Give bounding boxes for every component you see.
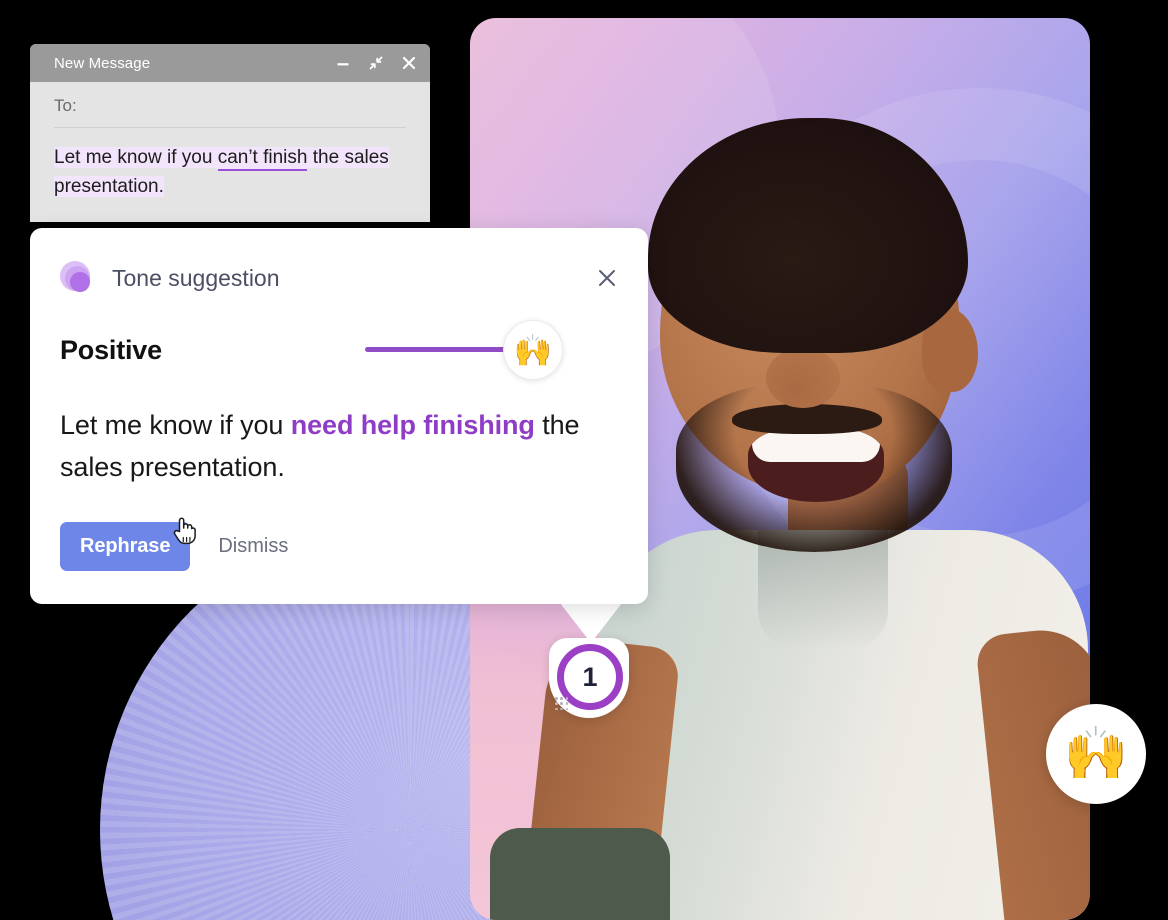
person-pants: [490, 828, 670, 920]
message-body-text[interactable]: Let me know if you can’t finish the sale…: [54, 143, 406, 201]
card-title: Tone suggestion: [112, 264, 280, 291]
compose-body: To: Let me know if you can’t finish the …: [30, 82, 430, 201]
person-mouth: [748, 428, 884, 502]
minimize-icon[interactable]: [336, 56, 350, 70]
tone-row: Positive 🙌: [30, 295, 648, 380]
person-moustache: [732, 404, 882, 434]
person-hair: [648, 118, 968, 353]
compose-window: New Message To: Let me know if you can’t: [30, 44, 430, 222]
raising-hands-emoji: 🙌: [513, 332, 553, 368]
flagged-phrase[interactable]: can’t finish: [217, 147, 308, 171]
dismiss-button[interactable]: Dismiss: [218, 535, 288, 558]
card-header: Tone suggestion: [30, 228, 648, 295]
message-text-before: Let me know if you: [54, 147, 218, 168]
raising-hands-emoji-badge: 🙌: [1046, 704, 1146, 804]
tone-suggestion-card: Tone suggestion Positive 🙌 Let me know i…: [30, 228, 648, 604]
recipient-field[interactable]: To:: [54, 96, 406, 128]
tone-slider-knob[interactable]: 🙌: [503, 320, 563, 380]
compose-titlebar: New Message: [30, 44, 430, 82]
drag-dots-icon[interactable]: [555, 697, 569, 711]
card-pointer-tail: [560, 603, 622, 643]
grammarly-logo-icon: [60, 261, 94, 295]
to-label: To:: [54, 96, 77, 115]
suggestion-count-badge[interactable]: 1: [549, 638, 629, 718]
badge-count: 1: [582, 661, 598, 692]
close-icon[interactable]: [402, 56, 416, 70]
suggestion-text: Let me know if you need help finishing t…: [30, 380, 648, 488]
raising-hands-emoji: 🙌: [1063, 725, 1129, 783]
screenshot-canvas: 🙌 1 New Message To: Let me know if you c…: [0, 0, 1168, 920]
collapse-icon[interactable]: [369, 56, 383, 70]
compose-window-title: New Message: [54, 54, 151, 72]
rephrase-button[interactable]: Rephrase: [60, 522, 191, 571]
close-icon[interactable]: [594, 265, 620, 291]
suggestion-highlight: need help finishing: [290, 410, 535, 440]
suggestion-text-before: Let me know if you: [60, 410, 291, 440]
person-nose: [766, 348, 840, 408]
card-actions: Rephrase Dismiss: [30, 488, 648, 571]
tone-slider[interactable]: 🙌: [365, 320, 620, 380]
tone-label: Positive: [60, 334, 162, 365]
